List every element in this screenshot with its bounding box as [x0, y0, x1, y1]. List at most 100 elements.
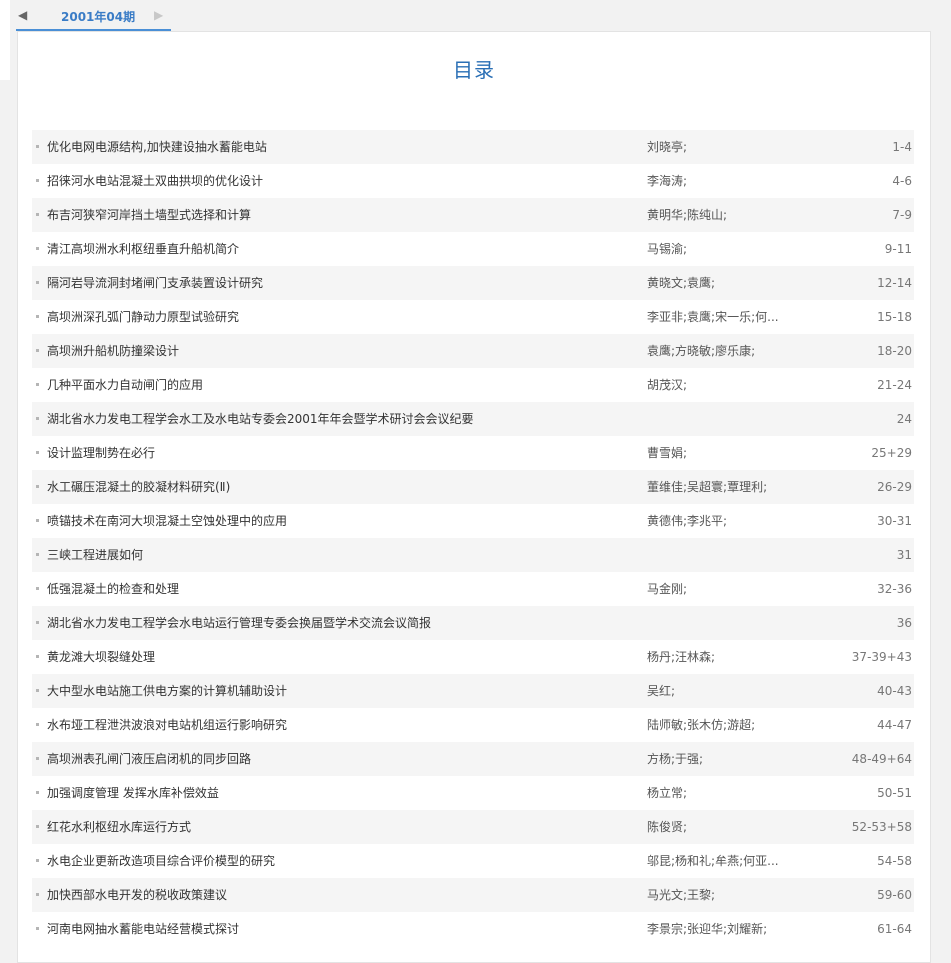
toc-row[interactable]: 湖北省水力发电工程学会水工及水电站专委会2001年年会暨学术研讨会会议纪要 24	[32, 402, 914, 436]
article-authors: 曹雪娟;	[647, 446, 688, 460]
article-pages: 40-43	[877, 684, 912, 698]
bullet-icon	[36, 689, 39, 692]
toc-row[interactable]: 河南电网抽水蓄能电站经营模式探讨 李景宗;张迎华;刘耀新; 61-64	[32, 912, 914, 946]
article-authors: 李海涛;	[647, 174, 688, 188]
toc-list: 优化电网电源结构,加快建设抽水蓄能电站 刘晓亭; 1-4 招徕河水电站混凝土双曲拱坝的…	[32, 130, 914, 946]
toc-row[interactable]: 招徕河水电站混凝土双曲拱坝的优化设计 李海涛; 4-6	[32, 164, 914, 198]
toc-row[interactable]: 三峡工程进展如何 31	[32, 538, 914, 572]
bullet-icon	[36, 349, 39, 352]
toc-row[interactable]: 隔河岩导流洞封堵闸门支承装置设计研究 黄晓文;袁鹰; 12-14	[32, 266, 914, 300]
bullet-icon	[36, 519, 39, 522]
article-title-link[interactable]: 三峡工程进展如何	[47, 538, 143, 572]
bullet-icon	[36, 621, 39, 624]
article-pages: 59-60	[877, 888, 912, 902]
article-title-link[interactable]: 高坝洲深孔弧门静动力原型试验研究	[47, 300, 239, 334]
article-title-link[interactable]: 清江高坝洲水利枢纽垂直升船机简介	[47, 232, 239, 266]
article-pages: 31	[896, 548, 912, 562]
toc-row[interactable]: 高坝洲升船机防撞梁设计 袁鹰;方晓敏;廖乐康; 18-20	[32, 334, 914, 368]
article-authors: 吴红;	[647, 684, 676, 698]
article-pages: 24	[896, 412, 912, 426]
article-authors: 杨丹;汪林森;	[647, 650, 716, 664]
article-title-link[interactable]: 黄龙滩大坝裂缝处理	[47, 640, 155, 674]
toc-row[interactable]: 设计监理制势在必行 曹雪娟; 25+29	[32, 436, 914, 470]
article-title-link[interactable]: 河南电网抽水蓄能电站经营模式探讨	[47, 912, 239, 946]
bullet-icon	[36, 247, 39, 250]
article-pages: 25+29	[871, 446, 912, 460]
article-title-link[interactable]: 高坝洲表孔闸门液压启闭机的同步回路	[47, 742, 251, 776]
page-title: 目录	[453, 58, 495, 82]
tab-current-issue[interactable]: 2001年04期	[16, 0, 171, 31]
article-pages: 4-6	[892, 174, 912, 188]
toc-panel: 目录 优化电网电源结构,加快建设抽水蓄能电站 刘晓亭; 1-4 招徕河水电站混凝土双曲…	[17, 31, 931, 963]
bullet-icon	[36, 383, 39, 386]
article-title-link[interactable]: 招徕河水电站混凝土双曲拱坝的优化设计	[47, 164, 263, 198]
toc-row[interactable]: 黄龙滩大坝裂缝处理 杨丹;汪林森; 37-39+43	[32, 640, 914, 674]
bullet-icon	[36, 315, 39, 318]
toc-row[interactable]: 布吉河狭窄河岸挡土墙型式选择和计算 黄明华;陈纯山; 7-9	[32, 198, 914, 232]
article-title-link[interactable]: 水工碾压混凝土的胶凝材料研究(Ⅱ)	[47, 470, 230, 504]
article-title-link[interactable]: 大中型水电站施工供电方案的计算机辅助设计	[47, 674, 287, 708]
article-title-link[interactable]: 湖北省水力发电工程学会水工及水电站专委会2001年年会暨学术研讨会会议纪要	[47, 402, 474, 436]
article-pages: 18-20	[877, 344, 912, 358]
article-pages: 44-47	[877, 718, 912, 732]
article-title-link[interactable]: 红花水利枢纽水库运行方式	[47, 810, 191, 844]
toc-row[interactable]: 优化电网电源结构,加快建设抽水蓄能电站 刘晓亭; 1-4	[32, 130, 914, 164]
toc-row[interactable]: 水布垭工程泄洪波浪对电站机组运行影响研究 陆师敏;张木仿;游超; 44-47	[32, 708, 914, 742]
bullet-icon	[36, 281, 39, 284]
article-pages: 48-49+64	[851, 752, 912, 766]
bullet-icon	[36, 927, 39, 930]
article-title-link[interactable]: 设计监理制势在必行	[47, 436, 155, 470]
article-title-link[interactable]: 布吉河狭窄河岸挡土墙型式选择和计算	[47, 198, 251, 232]
toc-row[interactable]: 高坝洲深孔弧门静动力原型试验研究 李亚非;袁鹰;宋一乐;何... 15-18	[32, 300, 914, 334]
article-title-link[interactable]: 水电企业更新改造项目综合评价模型的研究	[47, 844, 275, 878]
article-authors: 刘晓亭;	[647, 140, 688, 154]
article-title-link[interactable]: 喷锚技术在南河大坝混凝土空蚀处理中的应用	[47, 504, 287, 538]
article-authors: 马锡渝;	[647, 242, 688, 256]
article-pages: 1-4	[892, 140, 912, 154]
bullet-icon	[36, 757, 39, 760]
article-authors: 杨立常;	[647, 786, 688, 800]
article-title-link[interactable]: 加快西部水电开发的税收政策建议	[47, 878, 227, 912]
article-title-link[interactable]: 优化电网电源结构,加快建设抽水蓄能电站	[47, 130, 267, 164]
toc-row[interactable]: 低强混凝土的检查和处理 马金刚; 32-36	[32, 572, 914, 606]
toc-row[interactable]: 喷锚技术在南河大坝混凝土空蚀处理中的应用 黄德伟;李兆平; 30-31	[32, 504, 914, 538]
left-sidebar-edge	[0, 0, 10, 80]
article-title-link[interactable]: 湖北省水力发电工程学会水电站运行管理专委会换届暨学术交流会议简报	[47, 606, 431, 640]
article-pages: 37-39+43	[851, 650, 912, 664]
toc-row[interactable]: 清江高坝洲水利枢纽垂直升船机简介 马锡渝; 9-11	[32, 232, 914, 266]
article-pages: 36	[896, 616, 912, 630]
article-title-link[interactable]: 水布垭工程泄洪波浪对电站机组运行影响研究	[47, 708, 287, 742]
article-authors: 李亚非;袁鹰;宋一乐;何...	[647, 310, 779, 324]
toc-row[interactable]: 几种平面水力自动闸门的应用 胡茂汉; 21-24	[32, 368, 914, 402]
article-pages: 7-9	[892, 208, 912, 222]
toc-row[interactable]: 加快西部水电开发的税收政策建议 马光文;王黎; 59-60	[32, 878, 914, 912]
bullet-icon	[36, 587, 39, 590]
toc-row[interactable]: 水工碾压混凝土的胶凝材料研究(Ⅱ) 董维佳;吴超寰;覃理利; 26-29	[32, 470, 914, 504]
bullet-icon	[36, 213, 39, 216]
toc-row[interactable]: 湖北省水力发电工程学会水电站运行管理专委会换届暨学术交流会议简报 36	[32, 606, 914, 640]
bullet-icon	[36, 485, 39, 488]
next-issue-arrow-icon[interactable]: ▶	[154, 8, 166, 22]
article-authors: 黄晓文;袁鹰;	[647, 276, 716, 290]
article-title-link[interactable]: 几种平面水力自动闸门的应用	[47, 368, 203, 402]
toc-row[interactable]: 水电企业更新改造项目综合评价模型的研究 邬昆;杨和礼;牟燕;何亚... 54-58	[32, 844, 914, 878]
article-title-link[interactable]: 加强调度管理 发挥水库补偿效益	[47, 776, 219, 810]
article-title-link[interactable]: 低强混凝土的检查和处理	[47, 572, 179, 606]
bullet-icon	[36, 723, 39, 726]
article-pages: 52-53+58	[851, 820, 912, 834]
article-authors: 方杨;于强;	[647, 752, 704, 766]
article-authors: 陈俊贤;	[647, 820, 688, 834]
tab-current-issue-label[interactable]: 2001年04期	[61, 8, 135, 25]
bullet-icon	[36, 655, 39, 658]
toc-row[interactable]: 高坝洲表孔闸门液压启闭机的同步回路 方杨;于强; 48-49+64	[32, 742, 914, 776]
toc-row[interactable]: 加强调度管理 发挥水库补偿效益 杨立常; 50-51	[32, 776, 914, 810]
article-title-link[interactable]: 高坝洲升船机防撞梁设计	[47, 334, 179, 368]
article-authors: 黄德伟;李兆平;	[647, 514, 728, 528]
issue-tab-bar: ◀ 2001年04期 ▶	[14, 0, 934, 31]
article-pages: 12-14	[877, 276, 912, 290]
article-authors: 黄明华;陈纯山;	[647, 208, 728, 222]
toc-row[interactable]: 大中型水电站施工供电方案的计算机辅助设计 吴红; 40-43	[32, 674, 914, 708]
article-pages: 32-36	[877, 582, 912, 596]
article-title-link[interactable]: 隔河岩导流洞封堵闸门支承装置设计研究	[47, 266, 263, 300]
toc-row[interactable]: 红花水利枢纽水库运行方式 陈俊贤; 52-53+58	[32, 810, 914, 844]
